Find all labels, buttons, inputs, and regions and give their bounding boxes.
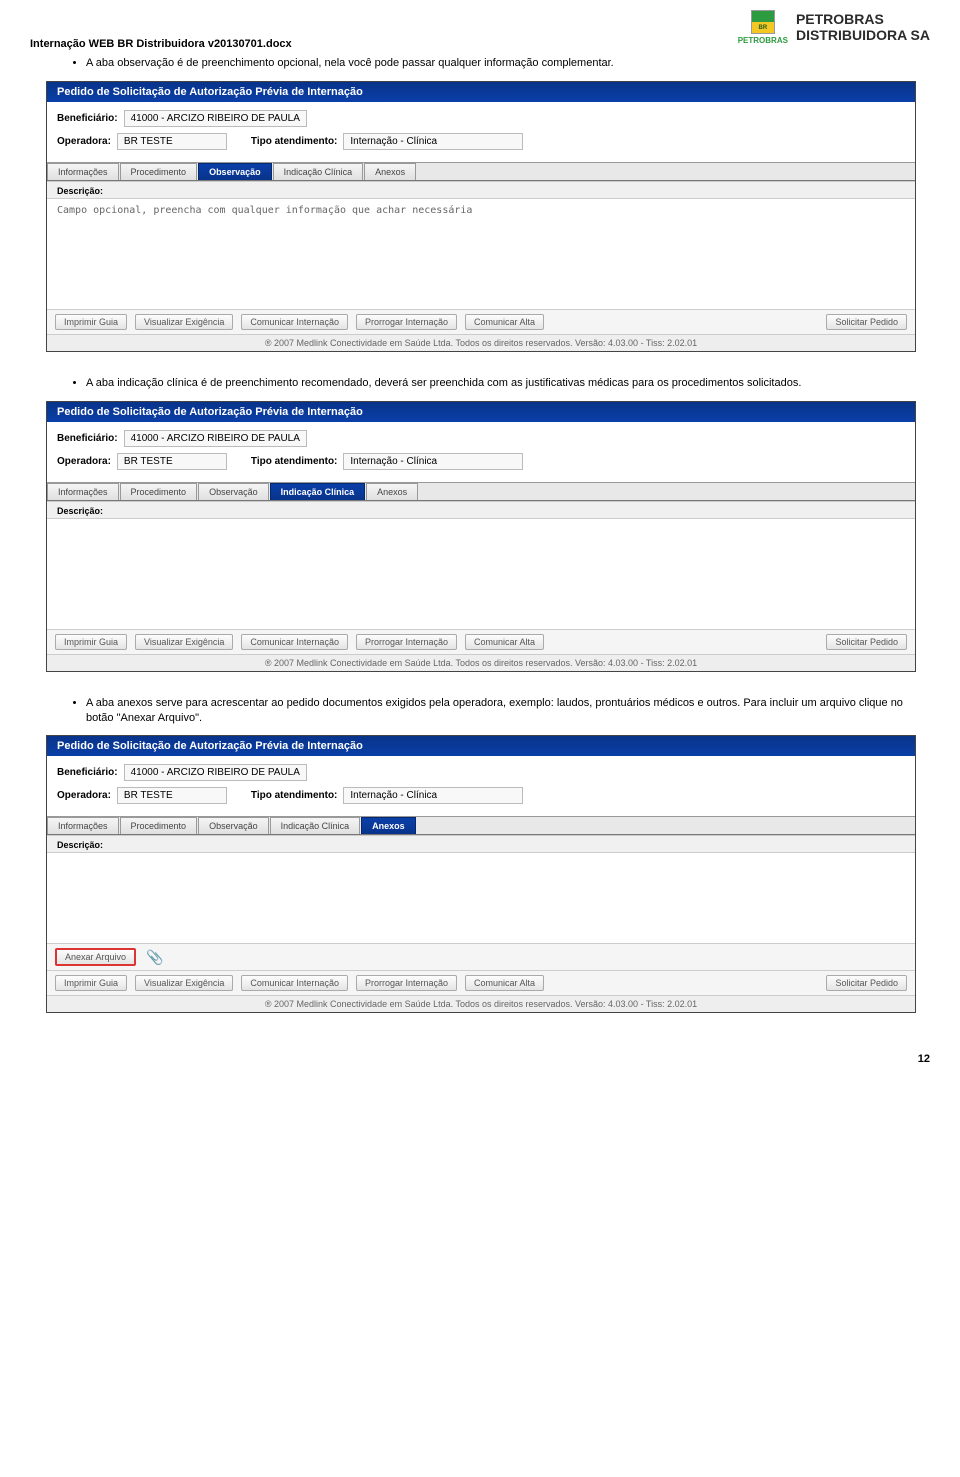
beneficiario-label: Beneficiário: bbox=[57, 113, 118, 124]
tab-procedimento[interactable]: Procedimento bbox=[120, 817, 198, 834]
tab-indicacao[interactable]: Indicação Clínica bbox=[270, 817, 361, 834]
anexar-arquivo-button[interactable]: Anexar Arquivo bbox=[55, 948, 136, 966]
tipo-label: Tipo atendimento: bbox=[251, 456, 337, 467]
beneficiario-label: Beneficiário: bbox=[57, 767, 118, 778]
tipo-value: Internação - Clínica bbox=[343, 133, 523, 150]
logo-block: BR PETROBRAS PETROBRAS DISTRIBUIDORA SA bbox=[738, 10, 930, 45]
tipo-label: Tipo atendimento: bbox=[251, 136, 337, 147]
tab-anexos[interactable]: Anexos bbox=[366, 483, 418, 500]
solicitar-pedido-button[interactable]: Solicitar Pedido bbox=[826, 975, 907, 991]
imprimir-guia-button[interactable]: Imprimir Guia bbox=[55, 634, 127, 650]
comunicar-alta-button[interactable]: Comunicar Alta bbox=[465, 314, 544, 330]
descricao-textarea[interactable] bbox=[47, 853, 915, 943]
bullet-list-1: A aba observação é de preenchimento opci… bbox=[86, 56, 930, 71]
panel-info: Beneficiário: 41000 - ARCIZO RIBEIRO DE … bbox=[47, 102, 915, 163]
paperclip-icon: 📎 bbox=[142, 949, 167, 966]
operadora-label: Operadora: bbox=[57, 136, 111, 147]
bullet-observacao: A aba observação é de preenchimento opci… bbox=[86, 56, 930, 71]
tab-observacao[interactable]: Observação bbox=[198, 817, 269, 834]
visualizar-exigencia-button[interactable]: Visualizar Exigência bbox=[135, 314, 233, 330]
bullet-anexos: A aba anexos serve para acrescentar ao p… bbox=[86, 696, 930, 726]
beneficiario-value: 41000 - ARCIZO RIBEIRO DE PAULA bbox=[124, 764, 307, 781]
tabs-row: Informações Procedimento Observação Indi… bbox=[47, 817, 915, 835]
descricao-label: Descrição: bbox=[47, 182, 915, 199]
tab-informacoes[interactable]: Informações bbox=[47, 817, 119, 834]
operadora-value: BR TESTE bbox=[117, 453, 227, 470]
panel-footer: ® 2007 Medlink Conectividade em Saúde Lt… bbox=[47, 654, 915, 671]
tipo-value: Internação - Clínica bbox=[343, 787, 523, 804]
page-header: Internação WEB BR Distribuidora v2013070… bbox=[30, 10, 930, 50]
operadora-label: Operadora: bbox=[57, 456, 111, 467]
imprimir-guia-button[interactable]: Imprimir Guia bbox=[55, 975, 127, 991]
tabs-row: Informações Procedimento Observação Indi… bbox=[47, 163, 915, 181]
comunicar-internacao-button[interactable]: Comunicar Internação bbox=[241, 975, 348, 991]
button-row: Imprimir Guia Visualizar Exigência Comun… bbox=[47, 309, 915, 334]
panel-title: Pedido de Solicitação de Autorização Pré… bbox=[47, 82, 915, 102]
bullet-list-3: A aba anexos serve para acrescentar ao p… bbox=[86, 696, 930, 726]
tab-indicacao[interactable]: Indicação Clínica bbox=[270, 483, 366, 500]
descricao-textarea[interactable] bbox=[47, 519, 915, 629]
panel-indicacao: Pedido de Solicitação de Autorização Pré… bbox=[46, 401, 916, 672]
company-name: PETROBRAS DISTRIBUIDORA SA bbox=[796, 12, 930, 43]
panel-anexos: Pedido de Solicitação de Autorização Pré… bbox=[46, 735, 916, 1013]
descricao-label: Descrição: bbox=[47, 836, 915, 853]
logo-icon: BR PETROBRAS bbox=[738, 10, 788, 45]
tabs-row: Informações Procedimento Observação Indi… bbox=[47, 483, 915, 501]
solicitar-pedido-button[interactable]: Solicitar Pedido bbox=[826, 314, 907, 330]
tab-informacoes[interactable]: Informações bbox=[47, 163, 119, 180]
imprimir-guia-button[interactable]: Imprimir Guia bbox=[55, 314, 127, 330]
tipo-value: Internação - Clínica bbox=[343, 453, 523, 470]
comunicar-internacao-button[interactable]: Comunicar Internação bbox=[241, 314, 348, 330]
beneficiario-label: Beneficiário: bbox=[57, 433, 118, 444]
descricao-textarea[interactable]: Campo opcional, preencha com qualquer in… bbox=[47, 199, 915, 309]
bullet-indicacao: A aba indicação clínica é de preenchimen… bbox=[86, 376, 930, 391]
panel-title: Pedido de Solicitação de Autorização Pré… bbox=[47, 736, 915, 756]
visualizar-exigencia-button[interactable]: Visualizar Exigência bbox=[135, 634, 233, 650]
prorrogar-internacao-button[interactable]: Prorrogar Internação bbox=[356, 975, 457, 991]
tab-anexos[interactable]: Anexos bbox=[361, 817, 416, 834]
anexar-row: Anexar Arquivo 📎 bbox=[47, 943, 915, 970]
doc-title: Internação WEB BR Distribuidora v2013070… bbox=[30, 10, 292, 50]
button-row: Imprimir Guia Visualizar Exigência Comun… bbox=[47, 629, 915, 654]
panel-info: Beneficiário: 41000 - ARCIZO RIBEIRO DE … bbox=[47, 422, 915, 483]
tab-indicacao[interactable]: Indicação Clínica bbox=[273, 163, 364, 180]
beneficiario-value: 41000 - ARCIZO RIBEIRO DE PAULA bbox=[124, 430, 307, 447]
tab-observacao[interactable]: Observação bbox=[198, 483, 269, 500]
panel-footer: ® 2007 Medlink Conectividade em Saúde Lt… bbox=[47, 995, 915, 1012]
tab-procedimento[interactable]: Procedimento bbox=[120, 483, 198, 500]
comunicar-alta-button[interactable]: Comunicar Alta bbox=[465, 975, 544, 991]
operadora-value: BR TESTE bbox=[117, 133, 227, 150]
panel-title: Pedido de Solicitação de Autorização Pré… bbox=[47, 402, 915, 422]
prorrogar-internacao-button[interactable]: Prorrogar Internação bbox=[356, 634, 457, 650]
panel-footer: ® 2007 Medlink Conectividade em Saúde Lt… bbox=[47, 334, 915, 351]
bullet-list-2: A aba indicação clínica é de preenchimen… bbox=[86, 376, 930, 391]
solicitar-pedido-button[interactable]: Solicitar Pedido bbox=[826, 634, 907, 650]
page-number: 12 bbox=[30, 1053, 930, 1065]
tab-observacao[interactable]: Observação bbox=[198, 163, 272, 180]
tipo-label: Tipo atendimento: bbox=[251, 790, 337, 801]
descricao-label: Descrição: bbox=[47, 502, 915, 519]
visualizar-exigencia-button[interactable]: Visualizar Exigência bbox=[135, 975, 233, 991]
button-row: Imprimir Guia Visualizar Exigência Comun… bbox=[47, 970, 915, 995]
prorrogar-internacao-button[interactable]: Prorrogar Internação bbox=[356, 314, 457, 330]
tab-procedimento[interactable]: Procedimento bbox=[120, 163, 198, 180]
comunicar-alta-button[interactable]: Comunicar Alta bbox=[465, 634, 544, 650]
beneficiario-value: 41000 - ARCIZO RIBEIRO DE PAULA bbox=[124, 110, 307, 127]
panel-observacao: Pedido de Solicitação de Autorização Pré… bbox=[46, 81, 916, 352]
operadora-value: BR TESTE bbox=[117, 787, 227, 804]
comunicar-internacao-button[interactable]: Comunicar Internação bbox=[241, 634, 348, 650]
tab-anexos[interactable]: Anexos bbox=[364, 163, 416, 180]
tab-informacoes[interactable]: Informações bbox=[47, 483, 119, 500]
panel-info: Beneficiário: 41000 - ARCIZO RIBEIRO DE … bbox=[47, 756, 915, 817]
operadora-label: Operadora: bbox=[57, 790, 111, 801]
